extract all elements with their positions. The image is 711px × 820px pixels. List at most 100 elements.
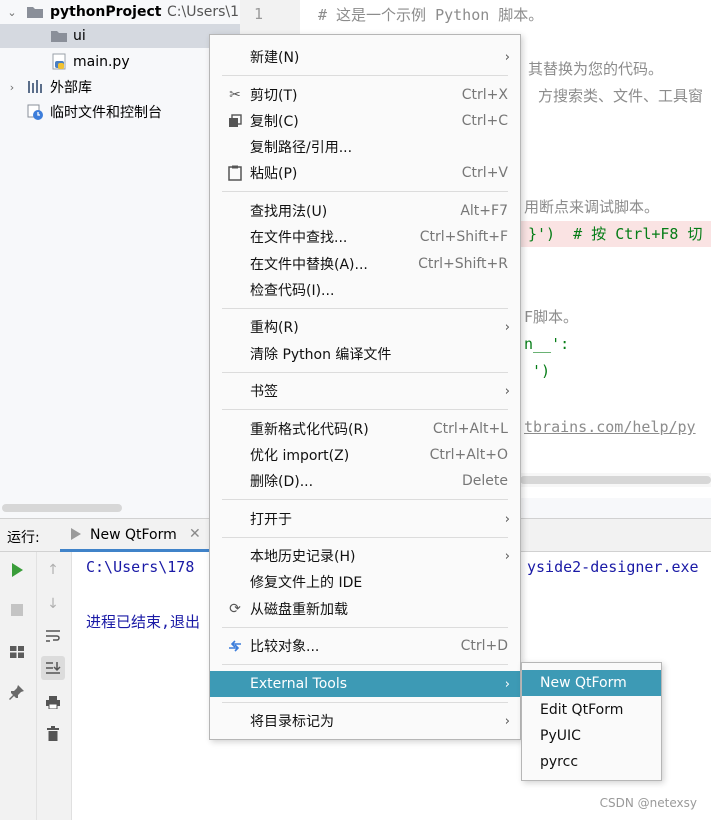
stop-icon[interactable] bbox=[5, 598, 29, 622]
compare-icon bbox=[226, 637, 244, 655]
submenu-item-pyuic[interactable]: PyUIC bbox=[522, 723, 661, 749]
tree-item-ui[interactable]: ui bbox=[0, 24, 240, 48]
submenu-item-new-qtform[interactable]: New QtForm bbox=[522, 670, 661, 696]
menu-item-label: pyrcc bbox=[540, 754, 579, 770]
menu-item-replace-in-files[interactable]: 在文件中替换(A)... Ctrl+Shift+R bbox=[210, 251, 520, 277]
tree-item-project[interactable]: ⌄ pythonProject C:\Users\1 bbox=[0, 0, 240, 24]
trash-icon[interactable] bbox=[41, 722, 65, 746]
pin-icon[interactable] bbox=[5, 680, 29, 704]
menu-shortcut: Ctrl+C bbox=[461, 113, 508, 129]
menu-item-label: 将目录标记为 bbox=[250, 714, 334, 730]
menu-item-label: 从磁盘重新加载 bbox=[250, 602, 348, 618]
menu-shortcut: Ctrl+Shift+R bbox=[418, 256, 508, 272]
run-tab-label: New QtForm bbox=[90, 527, 177, 543]
console-command-tail: yside2-designer.exe bbox=[527, 558, 699, 576]
code-line: n__': bbox=[524, 335, 570, 353]
folder-icon bbox=[50, 27, 68, 45]
chevron-right-icon[interactable]: › bbox=[4, 75, 20, 99]
code-line: 方搜索类、文件、工具窗 bbox=[538, 87, 704, 105]
copy-icon bbox=[226, 112, 244, 130]
menu-shortcut: Delete bbox=[462, 473, 508, 489]
menu-item-label: 检查代码(I)... bbox=[250, 283, 335, 299]
scroll-to-end-icon[interactable] bbox=[41, 656, 65, 680]
menu-item-new[interactable]: 新建(N) › bbox=[210, 44, 520, 70]
menu-item-label: 复制路径/引用... bbox=[250, 140, 353, 156]
code-line: 其替换为您的代码。 bbox=[528, 60, 664, 78]
run-tab-icon bbox=[70, 527, 82, 545]
menu-shortcut: Alt+F7 bbox=[460, 203, 508, 219]
chevron-down-icon[interactable]: ⌄ bbox=[4, 0, 20, 24]
menu-separator bbox=[222, 409, 508, 410]
menu-item-label: 在文件中替换(A)... bbox=[250, 257, 368, 273]
scroll-thumb[interactable] bbox=[2, 504, 122, 512]
scroll-thumb[interactable] bbox=[520, 476, 711, 484]
submenu-item-edit-qtform[interactable]: Edit QtForm bbox=[522, 697, 661, 723]
menu-item-label: PyUIC bbox=[540, 728, 581, 744]
run-tab[interactable]: New QtForm ✕ bbox=[60, 519, 210, 552]
menu-item-copy[interactable]: 复制(C) Ctrl+C bbox=[210, 108, 520, 134]
menu-item-delete[interactable]: 删除(D)... Delete bbox=[210, 468, 520, 494]
paste-icon bbox=[226, 164, 244, 182]
rerun-icon[interactable] bbox=[5, 558, 29, 582]
menu-separator bbox=[222, 537, 508, 538]
menu-item-label: 清除 Python 编译文件 bbox=[250, 347, 392, 363]
menu-item-copy-path[interactable]: 复制路径/引用... bbox=[210, 134, 520, 160]
menu-item-clean-pyc[interactable]: 清除 Python 编译文件 bbox=[210, 341, 520, 367]
layout-icon[interactable] bbox=[5, 640, 29, 664]
menu-item-find-in-files[interactable]: 在文件中查找... Ctrl+Shift+F bbox=[210, 224, 520, 250]
menu-item-label: 重构(R) bbox=[250, 320, 299, 336]
menu-item-reformat[interactable]: 重新格式化代码(R) Ctrl+Alt+L bbox=[210, 416, 520, 442]
run-label: 运行: bbox=[7, 530, 40, 546]
menu-item-local-history[interactable]: 本地历史记录(H) › bbox=[210, 543, 520, 569]
print-icon[interactable] bbox=[41, 690, 65, 714]
menu-item-optimize-imports[interactable]: 优化 import(Z) Ctrl+Alt+O bbox=[210, 442, 520, 468]
menu-item-refactor[interactable]: 重构(R) › bbox=[210, 314, 520, 340]
project-tree: ⌄ pythonProject C:\Users\1 ui main.py › … bbox=[0, 0, 240, 518]
menu-item-label: 修复文件上的 IDE bbox=[250, 575, 363, 591]
menu-item-inspect-code[interactable]: 检查代码(I)... bbox=[210, 277, 520, 303]
code-line: F脚本。 bbox=[524, 308, 579, 326]
tree-item-label: main.py bbox=[73, 54, 130, 70]
menu-item-mark-directory[interactable]: 将目录标记为 › bbox=[210, 708, 520, 734]
menu-item-reload-from-disk[interactable]: ⟳ 从磁盘重新加载 bbox=[210, 596, 520, 622]
menu-shortcut: Ctrl+Alt+O bbox=[429, 447, 508, 463]
menu-item-label: 剪切(T) bbox=[250, 88, 298, 104]
chevron-right-icon: › bbox=[504, 319, 510, 335]
project-path: C:\Users\1 bbox=[167, 4, 240, 20]
menu-separator bbox=[222, 664, 508, 665]
menu-item-compare-with[interactable]: 比较对象... Ctrl+D bbox=[210, 633, 520, 659]
menu-item-paste[interactable]: 粘贴(P) Ctrl+V bbox=[210, 160, 520, 186]
menu-item-repair-ide[interactable]: 修复文件上的 IDE bbox=[210, 569, 520, 595]
tree-item-label: ui bbox=[73, 28, 86, 44]
menu-item-bookmarks[interactable]: 书签 › bbox=[210, 378, 520, 404]
project-name: pythonProject bbox=[50, 4, 162, 20]
soft-wrap-icon[interactable] bbox=[41, 624, 65, 648]
menu-item-label: New QtForm bbox=[540, 675, 627, 691]
menu-separator bbox=[222, 75, 508, 76]
menu-item-label: Edit QtForm bbox=[540, 702, 624, 718]
menu-item-find-usages[interactable]: 查找用法(U) Alt+F7 bbox=[210, 198, 520, 224]
scratch-console-icon bbox=[26, 103, 44, 121]
menu-separator bbox=[222, 308, 508, 309]
console-exit-message: 进程已结束,退出 bbox=[86, 613, 201, 631]
close-icon[interactable]: ✕ bbox=[189, 526, 201, 542]
menu-item-open-in[interactable]: 打开于 › bbox=[210, 506, 520, 532]
chevron-right-icon: › bbox=[504, 511, 510, 527]
arrow-down-icon[interactable]: ↓ bbox=[41, 592, 65, 616]
scissors-icon: ✂ bbox=[229, 87, 241, 103]
menu-item-label: External Tools bbox=[250, 676, 348, 692]
code-fragment: }') # 按 Ctrl+F8 切 bbox=[528, 225, 703, 243]
menu-separator bbox=[222, 191, 508, 192]
run-toolbar: ↑ ↓ bbox=[0, 552, 72, 820]
tree-item-scratches[interactable]: 临时文件和控制台 bbox=[0, 100, 240, 124]
submenu-item-pyrcc[interactable]: pyrcc bbox=[522, 749, 661, 775]
menu-item-label: 复制(C) bbox=[250, 114, 299, 130]
tree-item-external-libs[interactable]: › 外部库 bbox=[0, 75, 240, 99]
menu-item-label: 优化 import(Z) bbox=[250, 448, 350, 464]
menu-item-external-tools[interactable]: External Tools › bbox=[210, 671, 520, 697]
arrow-up-icon[interactable]: ↑ bbox=[41, 558, 65, 582]
menu-item-label: 在文件中查找... bbox=[250, 230, 348, 246]
menu-item-cut[interactable]: ✂ 剪切(T) Ctrl+X bbox=[210, 82, 520, 108]
reload-icon: ⟳ bbox=[229, 601, 241, 617]
tree-item-main-py[interactable]: main.py bbox=[0, 50, 240, 74]
